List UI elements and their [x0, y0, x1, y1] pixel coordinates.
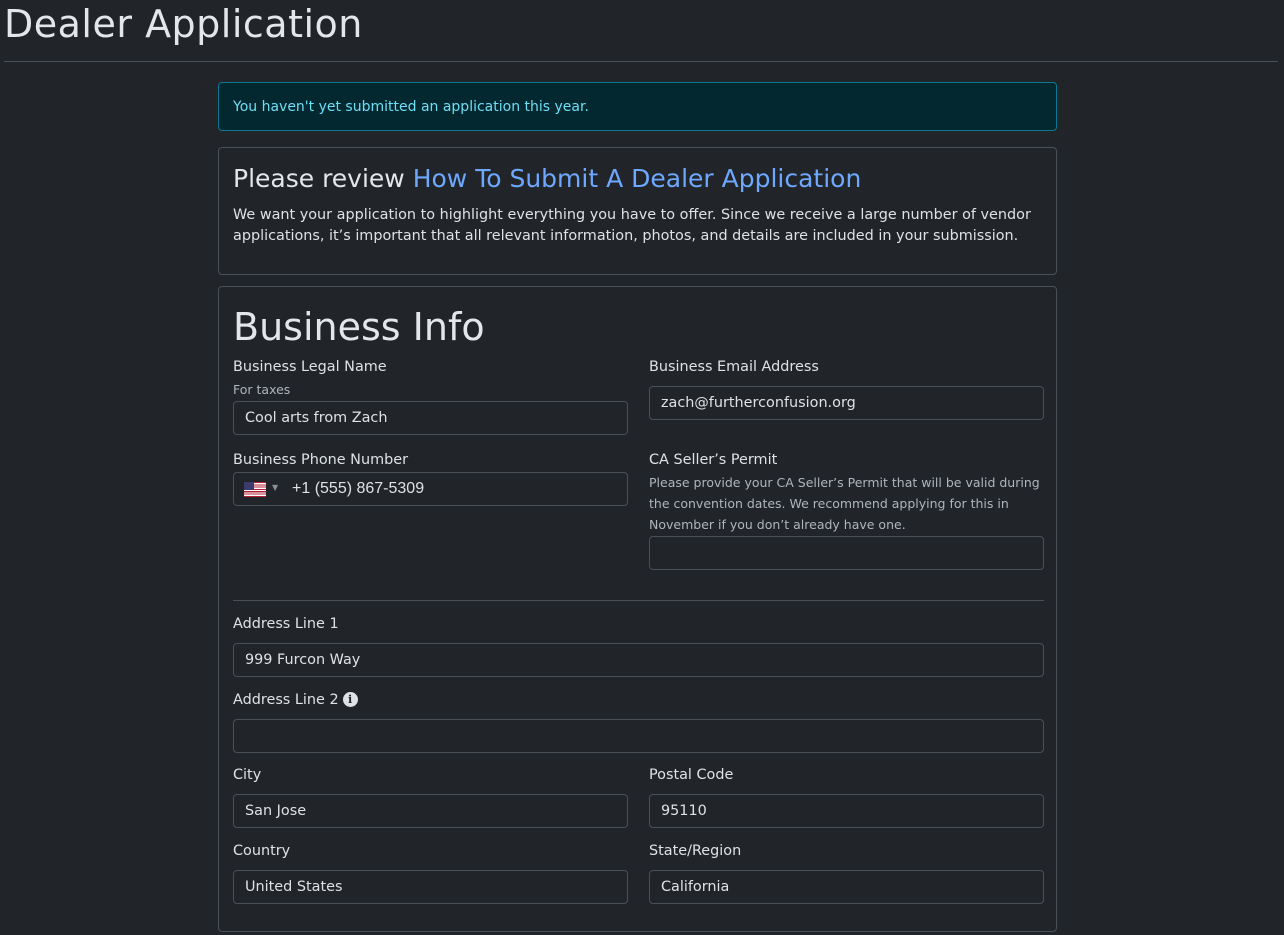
- review-heading-prefix: Please review: [233, 164, 413, 193]
- city-input[interactable]: [233, 794, 628, 828]
- address1-input[interactable]: [233, 643, 1044, 677]
- review-description: We want your application to highlight ev…: [233, 207, 1031, 244]
- state-input[interactable]: [649, 870, 1044, 904]
- phone-field: ▼: [233, 472, 628, 506]
- email-label: Business Email Address: [649, 359, 819, 375]
- caret-down-icon: ▼: [272, 483, 279, 492]
- address2-label-wrap: Address Line 2i: [233, 692, 358, 708]
- sellers-permit-label: CA Seller’s Permit: [649, 452, 778, 468]
- page-title: Dealer Application: [4, 2, 363, 46]
- legal-name-input[interactable]: [233, 401, 628, 435]
- state-label: State/Region: [649, 843, 742, 859]
- legal-name-hint: For taxes: [233, 382, 291, 397]
- title-divider: [4, 61, 1278, 62]
- postal-code-label: Postal Code: [649, 767, 734, 783]
- email-input[interactable]: [649, 386, 1044, 420]
- sellers-permit-hint: Please provide your CA Seller’s Permit t…: [649, 475, 1040, 532]
- address2-label: Address Line 2: [233, 692, 339, 708]
- review-heading: Please review How To Submit A Dealer App…: [233, 164, 861, 193]
- business-info-card: Business Info Business Legal Name For ta…: [218, 286, 1057, 932]
- address1-label: Address Line 1: [233, 616, 339, 632]
- us-flag-icon: [244, 482, 266, 497]
- phone-input[interactable]: [292, 473, 622, 505]
- section-divider: [233, 600, 1044, 601]
- country-input[interactable]: [233, 870, 628, 904]
- postal-code-input[interactable]: [649, 794, 1044, 828]
- country-label: Country: [233, 843, 291, 859]
- how-to-submit-link[interactable]: How To Submit A Dealer Application: [413, 164, 862, 193]
- address2-input[interactable]: [233, 719, 1044, 753]
- sellers-permit-input[interactable]: [649, 536, 1044, 570]
- legal-name-label: Business Legal Name: [233, 359, 387, 375]
- phone-label: Business Phone Number: [233, 452, 408, 468]
- country-code-dropdown[interactable]: ▼: [244, 481, 284, 498]
- info-icon[interactable]: i: [342, 692, 358, 707]
- city-label: City: [233, 767, 262, 783]
- business-info-title: Business Info: [233, 305, 485, 349]
- application-status-alert: You haven't yet submitted an application…: [218, 82, 1057, 131]
- review-card: Please review How To Submit A Dealer App…: [218, 147, 1057, 275]
